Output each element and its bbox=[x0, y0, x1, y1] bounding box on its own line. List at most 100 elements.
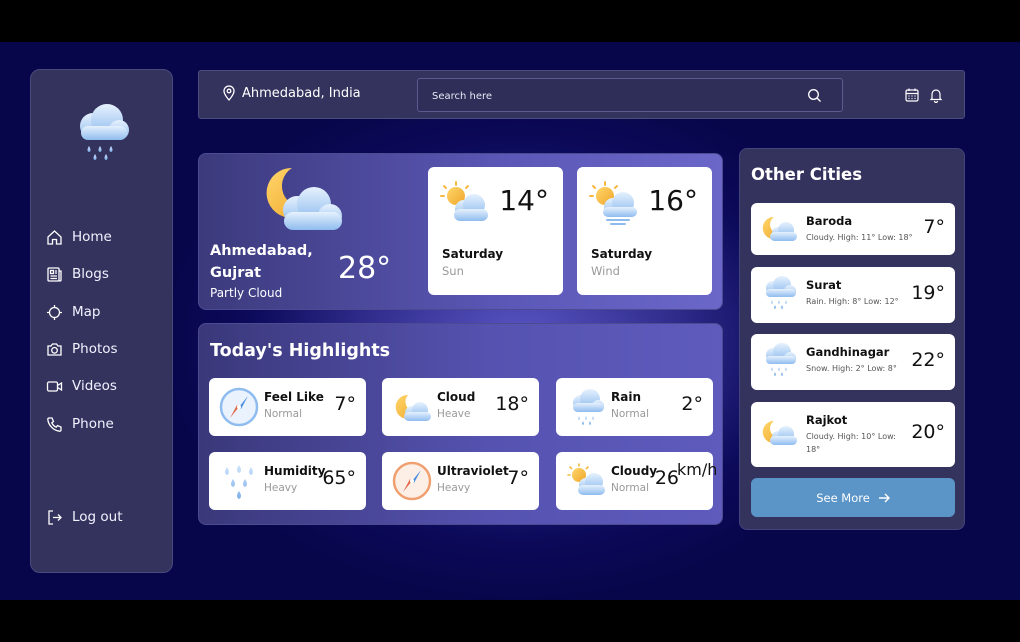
highlight-name: Ultraviolet bbox=[437, 464, 509, 478]
bell-icon[interactable] bbox=[928, 87, 944, 103]
rain-cloud-icon bbox=[766, 343, 796, 376]
highlight-value: 7° bbox=[334, 393, 356, 415]
highlight-level: Normal bbox=[264, 408, 302, 420]
city-card-baroda[interactable]: Baroda Cloudy. High: 11° Low: 18° 7° bbox=[751, 203, 955, 255]
highlight-level: Heavy bbox=[264, 482, 298, 494]
moon-cloud-icon bbox=[762, 216, 797, 241]
highlight-level: Heave bbox=[437, 408, 471, 420]
forecast-condition: Sun bbox=[442, 264, 464, 278]
highlight-value: 18° bbox=[495, 393, 529, 415]
highlight-cloud[interactable]: Cloud Heave 18° bbox=[382, 378, 539, 436]
current-city-line2: Gujrat bbox=[210, 265, 262, 281]
rain-cloud-icon bbox=[766, 276, 796, 309]
blogs-icon bbox=[45, 265, 63, 283]
city-temperature: 22° bbox=[911, 349, 945, 371]
sun-cloud-icon bbox=[440, 181, 488, 221]
see-more-label: See More bbox=[816, 490, 870, 505]
highlight-value: 7° bbox=[507, 467, 529, 489]
sidebar-item-home[interactable]: Home bbox=[45, 225, 165, 249]
calendar-icon[interactable] bbox=[904, 87, 920, 103]
highlight-name: Cloudy bbox=[611, 464, 658, 478]
highlight-value: 26 bbox=[654, 467, 679, 489]
highlight-unit: km/h bbox=[677, 460, 718, 479]
logout-button[interactable]: Log out bbox=[45, 505, 165, 529]
sidebar-item-label: Home bbox=[72, 229, 112, 245]
forecast-day: Saturday bbox=[442, 247, 504, 261]
search-input[interactable] bbox=[432, 87, 792, 105]
compass-icon bbox=[219, 387, 259, 427]
see-more-button[interactable]: See More bbox=[751, 478, 955, 517]
moon-cloud-icon bbox=[395, 394, 431, 421]
app-root: Home Blogs Map Photos Videos Phone Log o… bbox=[0, 42, 1020, 600]
current-city: Ahmedabad, Gujrat bbox=[210, 240, 313, 284]
rain-cloud-icon bbox=[573, 389, 604, 425]
highlight-feel-like[interactable]: Feel Like Normal 7° bbox=[209, 378, 366, 436]
moon-cloud-icon bbox=[266, 167, 342, 230]
city-temperature: 20° bbox=[911, 421, 945, 443]
highlight-name: Humidity bbox=[264, 464, 326, 478]
highlight-level: Heavy bbox=[437, 482, 471, 494]
forecast-day: Saturday bbox=[591, 247, 653, 261]
forecast-temperature: 16° bbox=[648, 184, 698, 217]
other-cities-card: Other Cities Baroda Cloudy. High: 11° Lo… bbox=[739, 148, 965, 530]
highlight-value: 2° bbox=[681, 393, 703, 415]
current-temperature: 28° bbox=[338, 251, 392, 286]
city-temperature: 19° bbox=[911, 282, 945, 304]
sidebar-item-blogs[interactable]: Blogs bbox=[45, 262, 165, 286]
highlight-rain[interactable]: Rain Normal 2° bbox=[556, 378, 713, 436]
city-name: Baroda bbox=[806, 214, 853, 228]
rain-cloud-logo-icon bbox=[80, 104, 129, 160]
logout-label: Log out bbox=[72, 509, 123, 525]
city-description: Cloudy. High: 10° Low: 18° bbox=[806, 432, 896, 454]
highlights-title: Today's Highlights bbox=[210, 341, 391, 361]
highlight-humidity[interactable]: Humidity Heavy 65° bbox=[209, 452, 366, 510]
sidebar-item-map[interactable]: Map bbox=[45, 300, 165, 324]
logout-icon bbox=[45, 508, 63, 526]
sun-cloud-icon bbox=[567, 463, 605, 495]
phone-icon bbox=[45, 415, 63, 433]
sidebar: Home Blogs Map Photos Videos Phone Log o… bbox=[30, 69, 173, 573]
city-name: Rajkot bbox=[806, 413, 848, 427]
search-box bbox=[417, 78, 843, 112]
search-icon[interactable] bbox=[807, 88, 822, 103]
highlight-value: 65° bbox=[322, 467, 356, 489]
highlight-cloudy[interactable]: Cloudy Normal 26 km/h bbox=[556, 452, 718, 510]
arrow-right-icon bbox=[878, 493, 890, 502]
city-description: Rain. High: 8° Low: 12° bbox=[806, 297, 899, 306]
forecast-condition: Wind bbox=[591, 264, 620, 278]
sun-wind-cloud-icon bbox=[589, 181, 637, 225]
current-description: Partly Cloud bbox=[210, 286, 283, 300]
city-card-rajkot[interactable]: Rajkot Cloudy. High: 10° Low: 18° 20° bbox=[751, 402, 955, 467]
current-weather-card: Ahmedabad, Gujrat Partly Cloud 28° 14° S… bbox=[198, 153, 723, 310]
forecast-card[interactable]: 16° Saturday Wind bbox=[577, 167, 712, 295]
sidebar-item-videos[interactable]: Videos bbox=[45, 374, 165, 398]
sidebar-item-photos[interactable]: Photos bbox=[45, 337, 165, 361]
highlight-level: Normal bbox=[611, 408, 649, 420]
sidebar-item-label: Blogs bbox=[72, 266, 109, 282]
video-icon bbox=[45, 377, 63, 395]
location-pin-icon bbox=[223, 85, 235, 101]
map-icon bbox=[45, 303, 63, 321]
location-label: Ahmedabad, India bbox=[242, 85, 361, 101]
highlights-card: Today's Highlights Feel Like Normal 7° C… bbox=[198, 323, 723, 525]
city-card-surat[interactable]: Surat Rain. High: 8° Low: 12° 19° bbox=[751, 267, 955, 323]
home-icon bbox=[45, 228, 63, 246]
location-display[interactable]: Ahmedabad, India bbox=[221, 85, 361, 101]
sidebar-item-phone[interactable]: Phone bbox=[45, 412, 165, 436]
raindrops-icon bbox=[225, 465, 253, 499]
city-temperature: 7° bbox=[923, 216, 945, 238]
forecast-card[interactable]: 14° Saturday Sun bbox=[428, 167, 563, 295]
sidebar-item-label: Photos bbox=[72, 341, 118, 357]
highlight-ultraviolet[interactable]: Ultraviolet Heavy 7° bbox=[382, 452, 539, 510]
forecast-temperature: 14° bbox=[499, 184, 549, 217]
city-card-gandhinagar[interactable]: Gandhinagar Snow. High: 2° Low: 8° 22° bbox=[751, 334, 955, 390]
city-description: Cloudy. High: 11° Low: 18° bbox=[806, 233, 913, 242]
current-city-line1: Ahmedabad, bbox=[210, 243, 313, 259]
compass-icon bbox=[392, 461, 432, 501]
sidebar-item-label: Map bbox=[72, 304, 101, 320]
sidebar-item-label: Phone bbox=[72, 416, 114, 432]
camera-icon bbox=[45, 340, 63, 358]
other-cities-title: Other Cities bbox=[751, 165, 863, 184]
moon-cloud-icon bbox=[762, 420, 797, 445]
highlight-name: Feel Like bbox=[264, 390, 324, 404]
